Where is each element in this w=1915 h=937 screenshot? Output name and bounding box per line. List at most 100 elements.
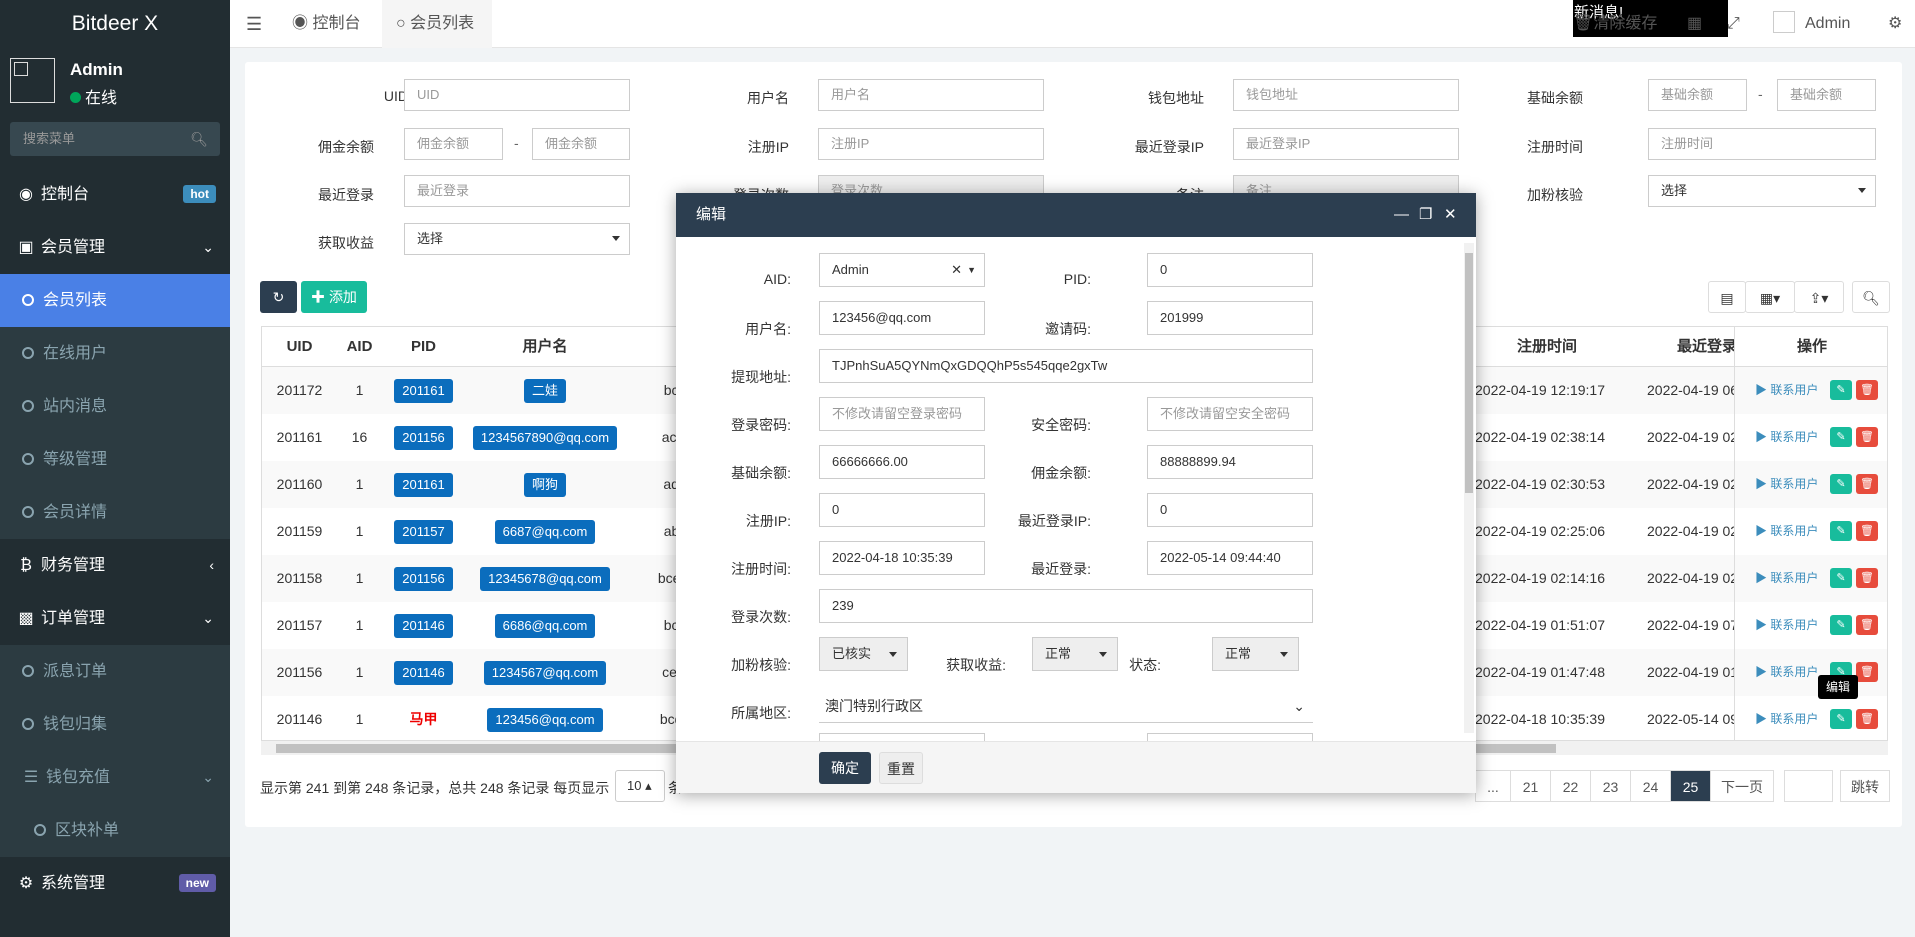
sidebar-item-wallet-recharge[interactable]: ☰ 钱包充值 ⌄ <box>0 751 230 804</box>
sidebar-item-site-messages[interactable]: 站内消息 <box>0 380 230 433</box>
login-count-input[interactable]: 239 <box>819 589 1313 623</box>
username-label[interactable]: 6686@qq.com <box>494 614 596 638</box>
username-label[interactable]: 啊狗 <box>523 473 566 497</box>
safe-password-input[interactable]: 不修改请留空安全密码 <box>1147 397 1313 431</box>
toggle-view-button[interactable]: ▤ <box>1708 281 1746 313</box>
pid-label[interactable]: 马甲 <box>410 711 438 727</box>
export-button[interactable]: ⇪▾ <box>1794 281 1844 313</box>
clear-icon[interactable]: ✕ <box>951 254 962 286</box>
confirm-button[interactable]: 确定 <box>819 752 871 784</box>
reset-button[interactable]: 重置 <box>879 752 923 784</box>
close-icon[interactable]: ✕ <box>1444 193 1457 237</box>
jump-page-input[interactable] <box>1784 770 1833 802</box>
sidebar-item-finance[interactable]: ₿ 财务管理 ‹ <box>0 539 230 592</box>
pid-label[interactable]: 201146 <box>394 661 453 685</box>
sidebar-item-dashboard[interactable]: ◉ 控制台 hot <box>0 168 230 221</box>
reg-ip-input[interactable]: 0 <box>819 493 985 527</box>
sidebar-item-member-details[interactable]: 会员详情 <box>0 486 230 539</box>
username-label[interactable]: 1234567890@qq.com <box>472 426 618 450</box>
admin-menu[interactable]: Admin <box>1773 0 1850 48</box>
partial-input[interactable] <box>819 733 985 741</box>
edit-button[interactable]: ✎ <box>1830 568 1852 588</box>
modal-vertical-scrollbar[interactable] <box>1464 243 1474 733</box>
contact-user-link[interactable]: ▶ 联系用户 <box>1755 649 1818 696</box>
contact-user-link[interactable]: ▶ 联系用户 <box>1755 508 1818 555</box>
edit-button[interactable]: ✎ <box>1830 615 1852 635</box>
edit-button[interactable]: ✎ <box>1830 709 1852 729</box>
last-login-input[interactable]: 2022-05-14 09:44:40 <box>1147 541 1313 575</box>
filter-wallet-input[interactable]: 钱包地址 <box>1233 79 1459 111</box>
login-password-input[interactable]: 不修改请留空登录密码 <box>819 397 985 431</box>
delete-button[interactable]: 🗑︎ <box>1856 380 1878 400</box>
base-balance-input[interactable]: 66666666.00 <box>819 445 985 479</box>
sidebar-item-orders[interactable]: ▩ 订单管理 ⌄ <box>0 592 230 645</box>
reg-time-input[interactable]: 2022-04-18 10:35:39 <box>819 541 985 575</box>
page-23[interactable]: 23 <box>1590 770 1631 802</box>
page-21[interactable]: 21 <box>1510 770 1551 802</box>
filter-commission-min[interactable]: 佣金余额 <box>404 128 503 160</box>
filter-base-balance-min[interactable]: 基础余额 <box>1648 79 1747 111</box>
fullscreen-icon[interactable]: ⤢ <box>1727 0 1740 48</box>
refresh-button[interactable]: ↻ <box>260 281 297 313</box>
edit-button[interactable]: ✎ <box>1830 521 1852 541</box>
aid-select[interactable]: Admin ✕ ▼ <box>819 253 985 287</box>
edit-button[interactable]: ✎ <box>1830 474 1852 494</box>
maximize-icon[interactable]: ❐ <box>1419 193 1432 237</box>
sidebar-item-level-management[interactable]: 等级管理 <box>0 433 230 486</box>
username-label[interactable]: 12345678@qq.com <box>480 567 610 591</box>
username-input[interactable]: 123456@qq.com <box>819 301 985 335</box>
column-header-username[interactable]: 用户名 <box>465 327 625 367</box>
jump-button[interactable]: 跳转 <box>1840 770 1890 802</box>
page-size-select[interactable]: 10 ▴ <box>615 770 665 802</box>
filter-last-ip-input[interactable]: 最近登录IP <box>1233 128 1459 160</box>
filter-reg-ip-input[interactable]: 注册IP <box>818 128 1044 160</box>
contact-user-link[interactable]: ▶ 联系用户 <box>1755 696 1818 740</box>
filter-username-input[interactable]: 用户名 <box>818 79 1044 111</box>
pid-label[interactable]: 201161 <box>394 379 453 403</box>
username-label[interactable]: 1234567@qq.com <box>483 661 607 685</box>
contact-user-link[interactable]: ▶ 联系用户 <box>1755 367 1818 414</box>
sidebar-item-online-users[interactable]: 在线用户 <box>0 327 230 380</box>
delete-button[interactable]: 🗑︎ <box>1856 568 1878 588</box>
search-icon[interactable]: 🔍︎ <box>190 122 208 156</box>
tab-dashboard[interactable]: ◉ 控制台 <box>292 0 360 48</box>
filter-last-login-input[interactable]: 最近登录 <box>404 175 630 207</box>
columns-button[interactable]: ▦▾ <box>1745 281 1795 313</box>
tab-member-list[interactable]: ○ 会员列表 <box>382 0 492 48</box>
sidebar-item-dividend-orders[interactable]: 派息订单 <box>0 645 230 698</box>
pid-label[interactable]: 201156 <box>394 567 453 591</box>
delete-button[interactable]: 🗑︎ <box>1856 662 1878 682</box>
edit-button[interactable]: ✎ <box>1830 427 1852 447</box>
minimize-icon[interactable]: — <box>1394 193 1409 237</box>
pid-label[interactable]: 201161 <box>394 473 453 497</box>
settings-gear-icon[interactable]: ⚙ <box>1888 0 1902 48</box>
page-22[interactable]: 22 <box>1550 770 1591 802</box>
edit-button[interactable]: ✎ <box>1830 380 1852 400</box>
last-ip-input[interactable]: 0 <box>1147 493 1313 527</box>
delete-button[interactable]: 🗑︎ <box>1856 474 1878 494</box>
delete-button[interactable]: 🗑︎ <box>1856 615 1878 635</box>
sidebar-item-wallet-collect[interactable]: 钱包归集 <box>0 698 230 751</box>
translate-icon[interactable]: ▦ <box>1687 0 1702 48</box>
contact-user-link[interactable]: ▶ 联系用户 <box>1755 461 1818 508</box>
region-select[interactable]: 澳门特别行政区 ⌄ <box>819 689 1313 723</box>
contact-user-link[interactable]: ▶ 联系用户 <box>1755 555 1818 602</box>
sidebar-item-member-list[interactable]: 会员列表 <box>0 274 230 327</box>
delete-button[interactable]: 🗑︎ <box>1856 427 1878 447</box>
column-header-pid[interactable]: PID <box>382 327 465 367</box>
username-label[interactable]: 6687@qq.com <box>494 520 596 544</box>
filter-commission-max[interactable]: 佣金余额 <box>532 128 630 160</box>
filter-reg-time-input[interactable]: 注册时间 <box>1648 128 1876 160</box>
delete-button[interactable]: 🗑︎ <box>1856 521 1878 541</box>
pid-label[interactable]: 201156 <box>394 426 453 450</box>
withdraw-address-input[interactable]: TJPnhSuA5QYNmQxGDQQhP5s545qqe2gxTw <box>819 349 1313 383</box>
filter-fan-check-select[interactable]: 选择 <box>1648 175 1876 207</box>
contact-user-link[interactable]: ▶ 联系用户 <box>1755 602 1818 649</box>
username-label[interactable]: 二娃 <box>523 379 566 403</box>
clear-cache-button[interactable]: 🗑︎清除缓存 <box>1573 0 1657 48</box>
hamburger-menu-icon[interactable]: ☰ <box>246 0 262 48</box>
menu-search-input[interactable]: 搜索菜单 🔍︎ <box>10 122 220 156</box>
sidebar-item-block-supplement[interactable]: 区块补单 <box>0 804 230 857</box>
pid-label[interactable]: 201157 <box>394 520 453 544</box>
delete-button[interactable]: 🗑︎ <box>1856 709 1878 729</box>
